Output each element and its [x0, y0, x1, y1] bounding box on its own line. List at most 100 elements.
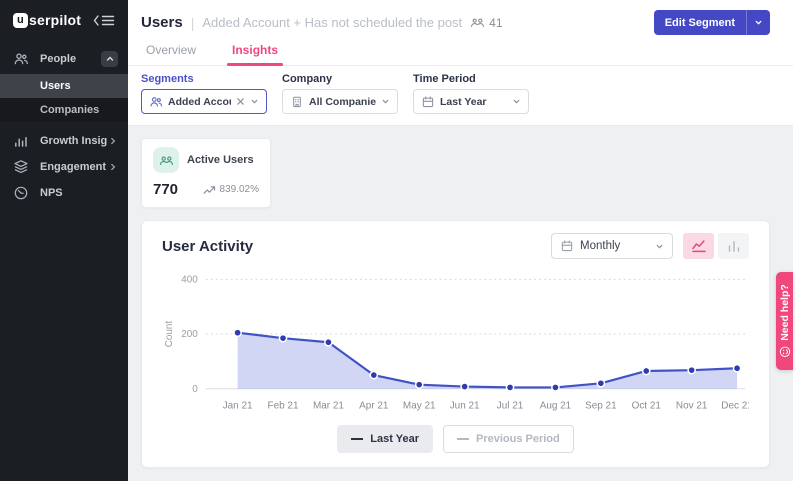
- people-submenu: Users Companies: [0, 74, 128, 122]
- svg-text:Aug 21: Aug 21: [540, 401, 572, 412]
- svg-text:Feb 21: Feb 21: [268, 401, 299, 412]
- sidebar-item-label: Engagement Layer: [40, 161, 108, 173]
- time-period-filter: Time Period Last Year: [413, 73, 529, 114]
- svg-text:May 21: May 21: [403, 401, 436, 412]
- chevron-down-icon: [512, 97, 521, 106]
- chart-header: User Activity Monthly: [162, 233, 749, 259]
- group-icon: [153, 147, 179, 173]
- interval-select[interactable]: Monthly: [551, 233, 673, 259]
- sidebar-item-growth-insights[interactable]: Growth Insights: [0, 128, 128, 154]
- dashed-line-swatch: [457, 438, 469, 440]
- title-separator: |: [191, 15, 195, 31]
- segments-select[interactable]: Added Account + H: [141, 89, 267, 114]
- chevron-down-icon: [655, 242, 664, 251]
- chevron-right-icon: [108, 136, 118, 146]
- user-activity-card: User Activity Monthly: [141, 220, 770, 468]
- calendar-icon: [560, 239, 574, 253]
- svg-text:Jul 21: Jul 21: [497, 401, 524, 412]
- chevron-up-icon: [105, 54, 115, 64]
- svg-text:0: 0: [192, 384, 198, 395]
- building-icon: [290, 95, 304, 109]
- calendar-icon: [421, 95, 435, 109]
- chart-title: User Activity: [162, 238, 253, 255]
- company-filter: Company All Companies: [282, 73, 398, 114]
- need-help-label: Need help?: [779, 284, 791, 341]
- bar-chart-toggle-button[interactable]: [718, 233, 749, 259]
- layers-icon: [13, 159, 29, 175]
- segments-value: Added Account + H: [168, 96, 231, 108]
- main-area: Users | Added Account + Has not schedule…: [128, 0, 800, 481]
- line-chart-toggle-button[interactable]: [683, 233, 714, 259]
- svg-text:Nov 21: Nov 21: [676, 401, 708, 412]
- svg-text:400: 400: [181, 274, 198, 285]
- tab-insights[interactable]: Insights: [227, 40, 283, 65]
- content-area: Active Users 770 839.02% User Activity: [128, 126, 800, 481]
- segments-label: Segments: [141, 73, 267, 85]
- sidebar-item-people[interactable]: People: [0, 46, 128, 72]
- metric-trend: 839.02%: [203, 184, 259, 195]
- metric-value: 770: [153, 181, 178, 198]
- segment-description: Added Account + Has not scheduled the po…: [202, 15, 462, 30]
- smiley-icon: [779, 346, 791, 358]
- legend-last-year-button[interactable]: Last Year: [337, 425, 433, 453]
- segment-user-count: 41: [470, 15, 502, 30]
- time-period-value: Last Year: [440, 96, 507, 108]
- sidebar-nav: People Users Companies: [0, 46, 128, 206]
- app-window: userpilot People: [0, 0, 800, 481]
- sidebar-item-label: Growth Insights: [40, 135, 108, 147]
- sidebar-item-engagement-layer[interactable]: Engagement Layer: [0, 154, 128, 180]
- metric-label: Active Users: [187, 154, 254, 166]
- user-count-value: 41: [489, 16, 502, 30]
- sidebar-collapse-button[interactable]: [92, 14, 116, 27]
- company-label: Company: [282, 73, 398, 85]
- tab-overview[interactable]: Overview: [141, 40, 201, 65]
- time-period-select[interactable]: Last Year: [413, 89, 529, 114]
- chevron-down-icon: [250, 97, 259, 106]
- company-value: All Companies: [309, 96, 376, 108]
- svg-text:Apr 21: Apr 21: [359, 401, 389, 412]
- chart-legend: Last Year Previous Period: [162, 425, 749, 457]
- bar-chart-icon: [726, 239, 742, 253]
- gauge-icon: [13, 185, 29, 201]
- svg-text:Count: Count: [164, 321, 175, 348]
- legend-label: Last Year: [370, 433, 419, 445]
- edit-segment-label[interactable]: Edit Segment: [654, 10, 746, 35]
- collapse-sidebar-icon: [92, 14, 116, 27]
- scrollbar-track[interactable]: [793, 0, 800, 481]
- bar-chart-icon: [13, 133, 29, 149]
- legend-label: Previous Period: [476, 433, 560, 445]
- company-select[interactable]: All Companies: [282, 89, 398, 114]
- edit-segment-button[interactable]: Edit Segment: [654, 10, 770, 35]
- sidebar-item-label: People: [40, 53, 101, 65]
- svg-text:Sep 21: Sep 21: [585, 401, 617, 412]
- page-title: Users: [141, 14, 183, 31]
- line-chart-icon: [691, 239, 707, 253]
- logo-text: serpilot: [29, 12, 81, 28]
- sidebar-logo-row: userpilot: [0, 0, 128, 38]
- people-icon: [13, 51, 29, 67]
- svg-text:Oct 21: Oct 21: [632, 401, 662, 412]
- sidebar-item-label: Users: [40, 80, 71, 92]
- chevron-right-icon: [108, 162, 118, 172]
- page-header: Users | Added Account + Has not schedule…: [128, 0, 800, 40]
- metric-trend-value: 839.02%: [220, 184, 259, 195]
- tabs: Overview Insights: [128, 40, 800, 66]
- svg-text:200: 200: [181, 329, 198, 340]
- solid-line-swatch: [351, 438, 363, 440]
- sidebar-item-nps[interactable]: NPS: [0, 180, 128, 206]
- svg-text:Jan 21: Jan 21: [223, 401, 253, 412]
- svg-text:Dec 21: Dec 21: [721, 401, 749, 412]
- legend-previous-period-button[interactable]: Previous Period: [443, 425, 574, 453]
- filter-bar: Segments Added Account + H: [128, 66, 800, 126]
- svg-text:Mar 21: Mar 21: [313, 401, 344, 412]
- sidebar-item-users[interactable]: Users: [0, 74, 128, 98]
- logo-u-badge: u: [13, 13, 28, 28]
- collapse-people-button[interactable]: [101, 51, 118, 67]
- need-help-tab[interactable]: Need help?: [776, 272, 793, 370]
- sidebar-item-companies[interactable]: Companies: [0, 98, 128, 122]
- edit-segment-dropdown[interactable]: [746, 10, 770, 35]
- sidebar: userpilot People: [0, 0, 128, 481]
- clear-segment-icon[interactable]: [236, 97, 245, 106]
- active-users-card: Active Users 770 839.02%: [141, 138, 271, 208]
- sidebar-item-label: Companies: [40, 104, 99, 116]
